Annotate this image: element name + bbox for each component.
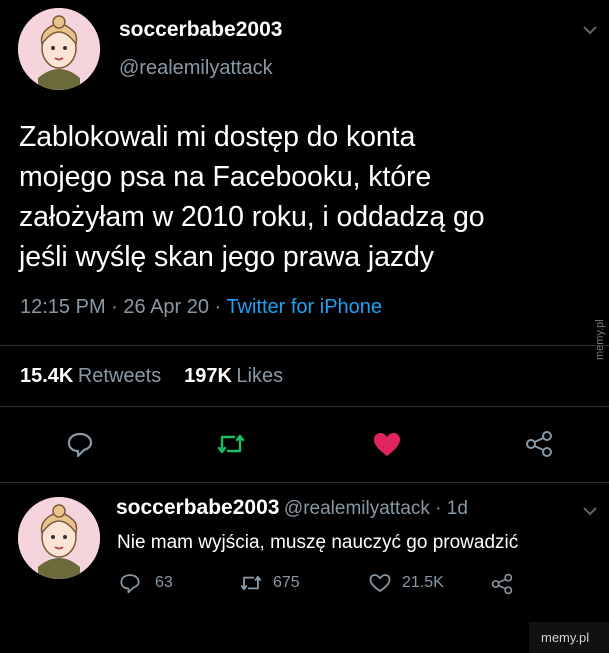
source-link[interactable]: Twitter for iPhone: [226, 296, 382, 318]
heart-icon[interactable]: [372, 431, 402, 457]
reply-retweet-action[interactable]: 675: [239, 573, 300, 593]
tweet-text-line: jeśli wyślę skan jego prawa jazdy: [19, 241, 434, 273]
reply-like-action[interactable]: 21.5K: [368, 572, 444, 594]
reply-text: Nie mam wyjścia, muszę nauczyć go prowad…: [117, 532, 519, 553]
likes-label[interactable]: Likes: [236, 365, 283, 387]
tweet-text: Zablokowali mi dostęp do konta mojego ps…: [19, 117, 609, 277]
reply-count: 63: [155, 574, 173, 591]
tweet-text-line: Zablokowali mi dostęp do konta: [19, 121, 416, 153]
corner-watermark: memy.pl: [541, 630, 590, 645]
retweet-icon[interactable]: [216, 431, 246, 457]
reply-reply-action[interactable]: 63: [119, 572, 173, 594]
divider: [0, 345, 609, 346]
reply-avatar[interactable]: [18, 497, 100, 579]
retweets-label[interactable]: Retweets: [78, 365, 161, 387]
tweet-text-line: założyłam w 2010 roku, i oddadzą go: [19, 201, 485, 233]
share-icon[interactable]: [490, 573, 514, 595]
chevron-down-icon[interactable]: [582, 503, 598, 521]
tweet-stats: 15.4K Retweets 197K Likes: [20, 365, 283, 388]
divider: [0, 482, 609, 483]
avatar[interactable]: [18, 8, 100, 90]
user-handle[interactable]: @realemilyattack: [119, 57, 273, 80]
reply-header: soccerbabe2003 @realemilyattack · 1d: [116, 496, 468, 520]
reply-display-name[interactable]: soccerbabe2003: [116, 496, 279, 519]
share-icon[interactable]: [524, 430, 554, 458]
chevron-down-icon[interactable]: [582, 22, 598, 40]
like-count: 21.5K: [402, 574, 444, 591]
retweet-count: 675: [273, 574, 300, 591]
heart-icon[interactable]: [368, 572, 392, 594]
tweet-meta: 12:15 PM · 26 Apr 20 · Twitter for iPhon…: [20, 296, 382, 319]
likes-count[interactable]: 197K: [184, 365, 232, 387]
display-name[interactable]: soccerbabe2003: [119, 18, 282, 42]
reply-handle[interactable]: @realemilyattack · 1d: [284, 498, 468, 519]
divider: [0, 406, 609, 407]
tweet-text-line: mojego psa na Facebooku, które: [19, 161, 432, 193]
timestamp[interactable]: 12:15 PM · 26 Apr 20 ·: [20, 296, 226, 318]
reply-icon[interactable]: [66, 430, 94, 458]
retweets-count[interactable]: 15.4K: [20, 365, 73, 387]
reply-icon[interactable]: [119, 572, 141, 594]
side-watermark: memy.pl: [594, 319, 606, 360]
retweet-icon[interactable]: [239, 573, 263, 593]
